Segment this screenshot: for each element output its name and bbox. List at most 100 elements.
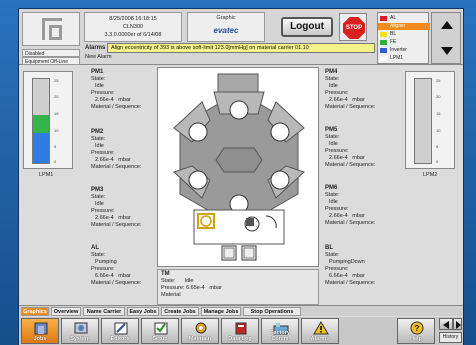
data-log-icon <box>235 322 247 335</box>
transfer-module-panel[interactable]: TM State: Idle Pressure: 6.65e-4 mbar Ma… <box>157 269 319 305</box>
setup-button[interactable]: Setup <box>141 318 179 344</box>
setup-icon <box>154 322 168 335</box>
module-list-label: LPM1 <box>390 55 404 61</box>
chamber-panel-pm3[interactable]: PM3 State: Idle Pressure: 2.66e-4 mbar M… <box>91 187 141 229</box>
module-list-label: Aligner <box>390 23 406 29</box>
gauge-lpm1: 25 20 15 10 5 0 <box>23 71 73 169</box>
history-back-button[interactable] <box>439 318 453 330</box>
new-alarm-label: New Alarm <box>85 54 112 60</box>
module-list-item[interactable]: Aligner <box>378 23 430 30</box>
jobs-icon <box>34 322 48 335</box>
tab-graphics[interactable]: Graphics <box>21 307 49 316</box>
scroll-up-icon[interactable] <box>441 21 453 29</box>
state-value: Idle <box>95 143 104 149</box>
jobs-button[interactable]: Jobs <box>21 318 59 344</box>
tab-name-carrier[interactable]: Name Carrier <box>83 307 125 316</box>
tab-manage-jobs[interactable]: Manage Jobs <box>201 307 241 316</box>
system-button[interactable]: System <box>61 318 99 344</box>
alarms-label: Alarms <box>85 45 106 51</box>
gauge-tick-label: 0 <box>54 159 57 164</box>
alarm-message-bar[interactable]: Align eccentricity of 393 is above soft-… <box>107 43 375 53</box>
editors-button[interactable]: Editors <box>101 318 139 344</box>
module-list-item[interactable]: AL <box>378 15 430 22</box>
pressure-value: 2.66e-4 <box>95 215 114 221</box>
load-port-1-inner <box>223 247 235 259</box>
panel-title: PM5 <box>325 127 338 133</box>
pressure-label: Pressure: <box>91 150 115 156</box>
state-label: State: <box>91 76 106 82</box>
tool-info: 8/25/2008 16:18:15 CLN300 3.3.0.0000er o… <box>84 12 182 42</box>
load-port-2-inner <box>243 247 255 259</box>
status-swatch <box>380 16 387 21</box>
alarm-icon <box>313 321 329 335</box>
state-label: State: <box>91 136 106 142</box>
help-button[interactable]: ? Help <box>397 318 435 344</box>
panel-title: PM3 <box>91 187 104 193</box>
status-equipment-offline: Equipment Off-Line <box>22 57 80 65</box>
chamber-panel-al[interactable]: AL State: Pumping Pressure: 6.66e-4 mbar… <box>91 245 141 287</box>
module-list-scroll <box>431 12 461 64</box>
equipment-logo <box>22 12 80 46</box>
wafer-pm4[interactable] <box>270 122 290 142</box>
history-dropdown[interactable]: History <box>439 332 462 343</box>
wafer-pm3[interactable] <box>188 170 208 190</box>
chamber-panel-pm2[interactable]: PM2 State: Idle Pressure: 2.66e-4 mbar M… <box>91 129 141 171</box>
panel-title: AL <box>91 245 99 251</box>
pressure-label: Pressure: <box>91 90 115 96</box>
gauge-tick-label: 15 <box>54 111 59 116</box>
module-list-item[interactable]: LPM1 <box>378 55 430 62</box>
wafer-pm1[interactable] <box>229 100 249 120</box>
tab-overview[interactable]: Overview <box>51 307 81 316</box>
module-list-item[interactable]: BL <box>378 31 430 38</box>
gauge-lpm2-label: LPM2 <box>423 172 438 178</box>
maintain-button[interactable]: Maintain <box>181 318 219 344</box>
status-disabled: Disabled <box>22 49 80 57</box>
gauge-lpm1-fill-green <box>33 115 49 133</box>
tab-easy-jobs[interactable]: Easy Jobs <box>127 307 159 316</box>
state-value: Idle <box>329 141 338 147</box>
module-list-label: Inverter <box>390 47 407 53</box>
data-log-label: Data Log <box>228 336 252 342</box>
chamber-panel-pm1[interactable]: PM1 State: Idle Pressure: 2.66e-4 mbar M… <box>91 69 141 111</box>
data-log-button[interactable]: Data Log <box>221 318 259 344</box>
pressure-unit: mbar <box>352 273 365 279</box>
cluster-tool-diagram <box>157 67 319 267</box>
robot-hub <box>215 147 263 173</box>
status-swatch <box>380 24 387 29</box>
monitor-frame: Disabled Equipment Off-Line 8/25/2008 16… <box>0 0 476 345</box>
history-forward-button[interactable] <box>453 318 462 330</box>
tab-create-jobs[interactable]: Create Jobs <box>161 307 199 316</box>
chamber-panel-pm4[interactable]: PM4 State: Idle Pressure: 2.66e-4 mbar M… <box>325 69 375 111</box>
material-label: Material / Sequence: <box>91 222 142 228</box>
editors-label: Editors <box>110 336 130 342</box>
logo-icon-inner <box>49 25 62 40</box>
tab-stop-operations[interactable]: Stop Operations <box>243 307 301 316</box>
module-list-item[interactable]: Inverter <box>378 47 430 54</box>
alarms-toolbar-label: Alarms <box>310 336 330 342</box>
chamber-panel-pm6[interactable]: PM6 State: Idle Pressure: 2.66e-4 mbar M… <box>325 185 375 227</box>
wafer-pm5[interactable] <box>270 170 290 190</box>
material-label: Material / Sequence: <box>325 280 376 286</box>
logout-button[interactable]: Logout <box>281 17 333 37</box>
alarms-button[interactable]: Alarms <box>301 318 339 344</box>
chamber-panel-pm5[interactable]: PM5 State: Idle Pressure: 2.66e-4 mbar M… <box>325 127 375 169</box>
panel-title: PM4 <box>325 69 338 75</box>
maintain-icon <box>195 322 207 334</box>
stop-icon: STOP <box>343 17 365 39</box>
wafer-pm2[interactable] <box>188 122 208 142</box>
header-bar: Disabled Equipment Off-Line 8/25/2008 16… <box>19 9 463 65</box>
scroll-down-icon[interactable] <box>441 47 453 55</box>
state-label: State: <box>161 278 176 284</box>
module-list-label: AL <box>390 15 397 21</box>
module-list-item[interactable]: FE <box>378 39 430 46</box>
state-label: State: <box>325 134 340 140</box>
factory-comm-button[interactable]: Factory Comm <box>261 318 299 344</box>
pressure-unit: mbar <box>352 155 365 161</box>
state-label: State: <box>325 252 340 258</box>
pressure-unit: mbar <box>209 285 222 291</box>
system-icon <box>74 322 88 334</box>
stop-button[interactable]: STOP <box>339 13 367 41</box>
pressure-unit: mbar <box>118 97 131 103</box>
chamber-panel-bl[interactable]: BL State: PumpingDown Pressure: 6.66e-4 … <box>325 245 375 287</box>
status-swatch <box>380 32 387 37</box>
